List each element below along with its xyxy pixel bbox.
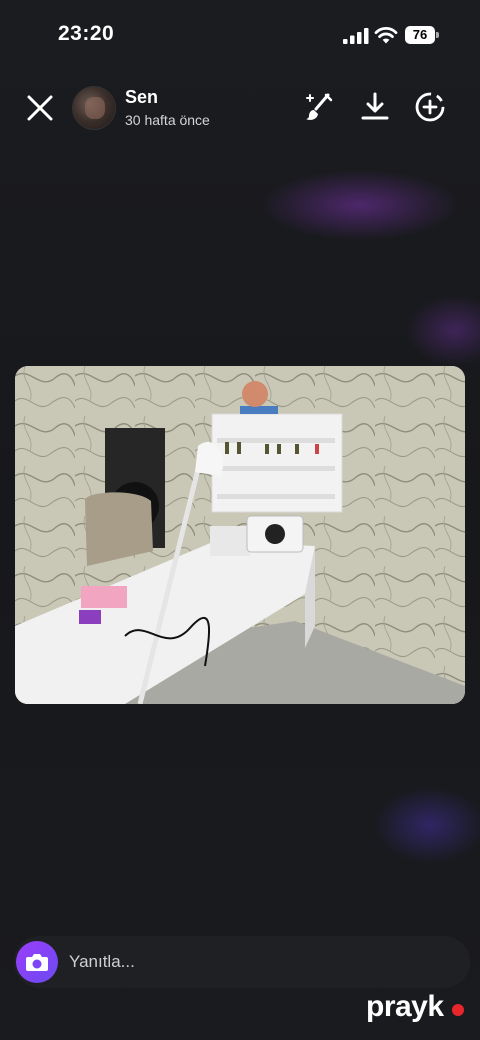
wifi-icon — [374, 27, 398, 44]
reply-input[interactable]: Yanıtla... — [69, 952, 135, 972]
story-image[interactable] — [15, 366, 465, 704]
signal-icon — [343, 28, 369, 44]
brush-icon[interactable] — [302, 90, 336, 124]
manicure-table-photo — [15, 366, 465, 704]
download-icon[interactable] — [358, 90, 392, 124]
watermark-dot — [452, 1004, 464, 1016]
battery-icon: 76 — [405, 26, 435, 44]
add-circle-icon[interactable] — [413, 90, 447, 124]
story-timestamp: 30 hafta önce — [125, 112, 210, 128]
watermark: prayk — [366, 990, 466, 1026]
watermark-text: prayk — [366, 990, 444, 1023]
reply-bar[interactable]: Yanıtla... — [14, 936, 470, 988]
story-header: Sen 30 hafta önce — [0, 78, 480, 138]
story-username[interactable]: Sen — [125, 87, 158, 108]
camera-icon — [26, 954, 48, 971]
close-icon[interactable] — [22, 90, 58, 126]
battery-tip — [436, 32, 439, 38]
status-time: 23:20 — [58, 22, 115, 45]
status-bar: 23:20 76 — [0, 0, 480, 70]
avatar[interactable] — [72, 86, 116, 130]
camera-button[interactable] — [16, 941, 58, 983]
